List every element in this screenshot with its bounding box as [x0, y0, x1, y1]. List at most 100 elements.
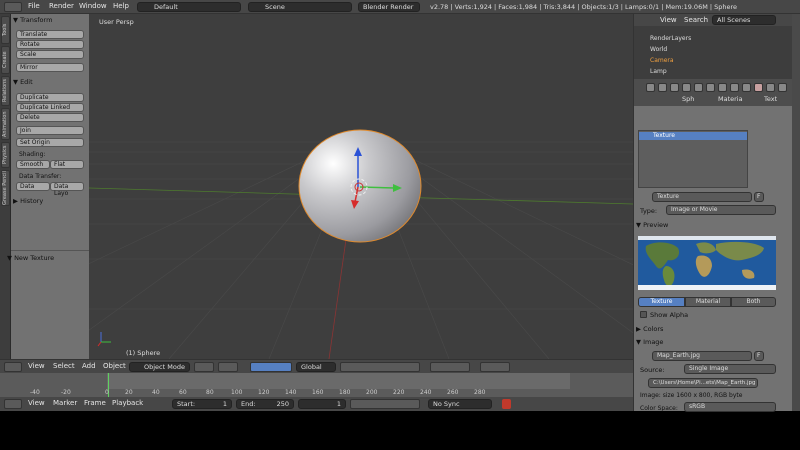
- preview-panel-header[interactable]: ▼ Preview: [636, 221, 668, 229]
- layer-buttons[interactable]: [340, 362, 420, 372]
- edit-panel-header[interactable]: ▼ Edit: [13, 78, 33, 86]
- render-engine-select[interactable]: Blender Render: [358, 2, 420, 12]
- scale-button[interactable]: Scale: [16, 50, 84, 59]
- layers-tab-icon[interactable]: [658, 83, 667, 92]
- world-tab-icon[interactable]: [682, 83, 691, 92]
- texture-type-select[interactable]: Image or Movie: [666, 205, 776, 215]
- texture-tab-icon[interactable]: [754, 83, 763, 92]
- menu-object[interactable]: Object: [103, 362, 126, 370]
- mode-select[interactable]: Object Mode: [129, 362, 190, 372]
- outliner-item-camera[interactable]: Camera: [650, 57, 674, 64]
- breadcrumb-texture[interactable]: Text: [764, 95, 777, 103]
- join-button[interactable]: Join: [16, 126, 84, 135]
- image-fake-user-toggle[interactable]: F: [754, 351, 764, 361]
- tab-tools[interactable]: Tools: [1, 16, 10, 44]
- transform-orientation-select[interactable]: Global: [296, 362, 336, 372]
- breadcrumb-object[interactable]: Sph: [682, 95, 694, 103]
- timeline-menu-frame[interactable]: Frame: [84, 399, 106, 407]
- modifiers-tab-icon[interactable]: [718, 83, 727, 92]
- object-tab-icon[interactable]: [694, 83, 703, 92]
- image-source-select[interactable]: Single Image: [684, 364, 776, 374]
- menu-view[interactable]: View: [28, 362, 45, 370]
- render-tab-icon[interactable]: [646, 83, 655, 92]
- viewport-editor-type-button[interactable]: [4, 362, 22, 372]
- render-preview-buttons[interactable]: [480, 362, 510, 372]
- playback-controls[interactable]: [350, 399, 420, 409]
- timeline-menu-view[interactable]: View: [28, 399, 45, 407]
- layout-select[interactable]: Default: [137, 2, 241, 12]
- show-alpha-checkbox[interactable]: [640, 311, 647, 318]
- set-origin-button[interactable]: Set Origin: [16, 138, 84, 147]
- image-filepath-field[interactable]: C:\Users\Home\Pi...ets\Map_Earth.jpg: [648, 378, 758, 388]
- image-name-field[interactable]: Map_Earth.jpg: [652, 351, 752, 361]
- colors-panel-header[interactable]: ▶ Colors: [636, 325, 663, 333]
- outliner-item-renderlayers[interactable]: RenderLayers: [650, 35, 691, 42]
- constraints-tab-icon[interactable]: [706, 83, 715, 92]
- history-panel-header[interactable]: ▶ History: [13, 197, 43, 205]
- display-mode-select[interactable]: All Scenes: [712, 15, 776, 25]
- flat-button[interactable]: Flat: [50, 160, 84, 169]
- physics-tab-icon[interactable]: [778, 83, 787, 92]
- tick-label: 220: [393, 389, 405, 396]
- color-space-select[interactable]: sRGB: [684, 402, 776, 412]
- menu-select[interactable]: Select: [53, 362, 75, 370]
- delete-button[interactable]: Delete: [16, 113, 84, 122]
- tab-physics[interactable]: Physics: [1, 142, 10, 168]
- data-tab-icon[interactable]: [730, 83, 739, 92]
- rotate-button[interactable]: Rotate: [16, 40, 84, 49]
- translate-button[interactable]: Translate: [16, 30, 84, 39]
- outliner-menu-view[interactable]: View: [660, 16, 677, 24]
- duplicate-button[interactable]: Duplicate: [16, 93, 84, 102]
- timeline-menu-marker[interactable]: Marker: [53, 399, 77, 407]
- scene-select[interactable]: Scene: [248, 2, 352, 12]
- current-frame-field[interactable]: 1: [298, 399, 346, 409]
- data-button[interactable]: Data: [16, 182, 50, 191]
- pivot-point-button[interactable]: [218, 362, 238, 372]
- mirror-button[interactable]: Mirror: [16, 63, 84, 72]
- preview-tab-texture[interactable]: Texture: [638, 297, 685, 307]
- preview-tab-both[interactable]: Both: [731, 297, 776, 307]
- outliner-item-lamp[interactable]: Lamp: [650, 68, 667, 75]
- menu-help[interactable]: Help: [113, 2, 129, 10]
- texture-name-field[interactable]: Texture: [652, 192, 752, 202]
- tab-relations[interactable]: Relations: [1, 76, 10, 106]
- scene-tab-icon[interactable]: [670, 83, 679, 92]
- transform-panel-header[interactable]: ▼ Transform: [13, 16, 52, 24]
- menu-file[interactable]: File: [28, 2, 40, 10]
- viewport-shading-button[interactable]: [194, 362, 214, 372]
- menu-add[interactable]: Add: [82, 362, 96, 370]
- timeline-area[interactable]: -40 -20 0 20 40 60 80 100 120 140 160 18…: [0, 373, 633, 397]
- tab-animation[interactable]: Animation: [1, 108, 10, 140]
- 3d-viewport[interactable]: User Persp (1) Sphere: [89, 14, 633, 359]
- fake-user-toggle[interactable]: F: [754, 192, 764, 202]
- viewport-scene[interactable]: [89, 14, 633, 359]
- tab-grease-pencil[interactable]: Grease Pencil: [1, 170, 10, 206]
- end-frame-field[interactable]: End: 250: [236, 399, 294, 409]
- end-frame-label: End:: [241, 400, 256, 408]
- new-texture-panel-header[interactable]: ▼ New Texture: [7, 254, 54, 262]
- duplicate-linked-button[interactable]: Duplicate Linked: [16, 103, 84, 112]
- particles-tab-icon[interactable]: [766, 83, 775, 92]
- menu-window[interactable]: Window: [79, 2, 107, 10]
- outliner-item-world[interactable]: World: [650, 46, 667, 53]
- outliner-menu-search[interactable]: Search: [684, 16, 708, 24]
- smooth-button[interactable]: Smooth: [16, 160, 50, 169]
- tab-create[interactable]: Create: [1, 46, 10, 74]
- breadcrumb-material[interactable]: Materia: [718, 95, 743, 103]
- texture-slot-selected[interactable]: Texture: [639, 132, 747, 140]
- preview-tab-material[interactable]: Material: [685, 297, 731, 307]
- data-layout-button[interactable]: Data Layo: [50, 182, 84, 197]
- record-button[interactable]: [502, 399, 511, 409]
- material-tab-icon[interactable]: [742, 83, 751, 92]
- texture-slot-list[interactable]: Texture: [638, 130, 748, 188]
- snap-buttons[interactable]: [430, 362, 470, 372]
- timeline-menu-playback[interactable]: Playback: [112, 399, 143, 407]
- start-frame-field[interactable]: Start: 1: [172, 399, 232, 409]
- editor-type-button[interactable]: [4, 2, 22, 12]
- sync-mode-select[interactable]: No Sync: [428, 399, 492, 409]
- image-panel-header[interactable]: ▼ Image: [636, 338, 663, 346]
- menu-render[interactable]: Render: [49, 2, 74, 10]
- timeline-editor-type-button[interactable]: [4, 399, 22, 409]
- manipulator-toggle-button[interactable]: [250, 362, 292, 372]
- properties-scrollbar[interactable]: [792, 14, 800, 411]
